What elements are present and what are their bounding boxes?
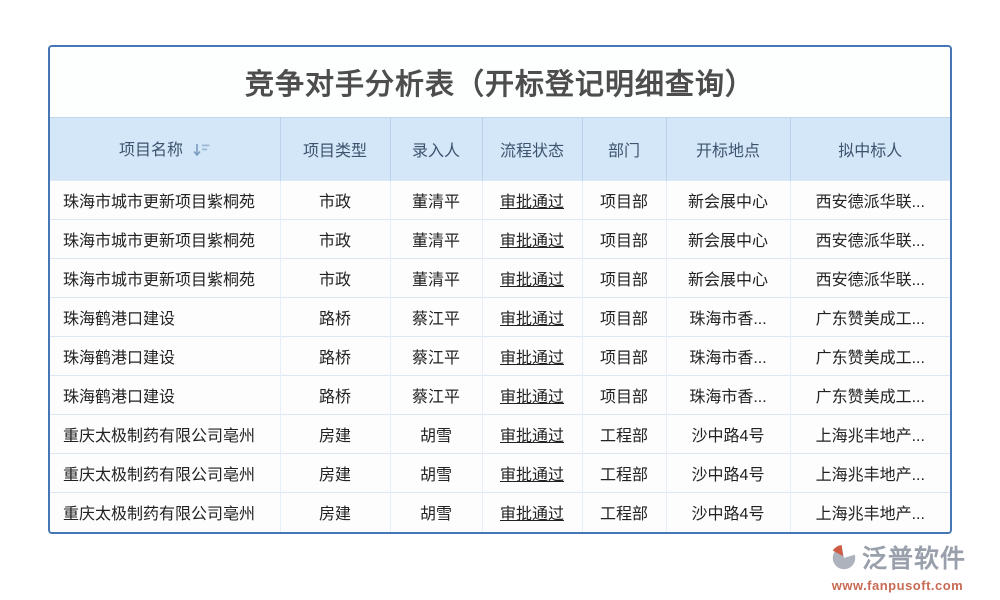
proposed-winner-cell: 西安德派华联... xyxy=(790,181,950,220)
process-status-link[interactable]: 审批通过 xyxy=(482,493,582,532)
department-cell: 项目部 xyxy=(582,220,666,259)
fanpu-logo-icon xyxy=(829,542,859,576)
col-header-entered-by[interactable]: 录入人 xyxy=(390,118,482,181)
bid-location-cell: 新会展中心 xyxy=(666,259,790,298)
process-status-link[interactable]: 审批通过 xyxy=(482,220,582,259)
table-header: 项目名称 项目类型 录入人 流程状态 部门 开标地点 拟中标人 xyxy=(50,118,950,181)
project-name-link[interactable]: 珠海鹤港口建设 xyxy=(50,298,280,337)
proposed-winner-cell: 上海兆丰地产... xyxy=(790,415,950,454)
bid-analysis-table: 项目名称 项目类型 录入人 流程状态 部门 开标地点 拟中标人 xyxy=(50,117,950,532)
entered-by-link[interactable]: 董清平 xyxy=(390,181,482,220)
process-status-link[interactable]: 审批通过 xyxy=(482,337,582,376)
bid-location-cell: 沙中路4号 xyxy=(666,415,790,454)
entered-by-link[interactable]: 胡雪 xyxy=(390,493,482,532)
proposed-winner-cell: 广东赞美成工... xyxy=(790,376,950,415)
department-cell: 项目部 xyxy=(582,376,666,415)
sort-icon[interactable] xyxy=(193,143,210,162)
entered-by-link[interactable]: 蔡江平 xyxy=(390,337,482,376)
project-name-link[interactable]: 珠海市城市更新项目紫桐苑 xyxy=(50,181,280,220)
table-body: 珠海市城市更新项目紫桐苑 市政 董清平 审批通过 项目部 新会展中心 西安德派华… xyxy=(50,181,950,532)
project-type-cell: 房建 xyxy=(280,454,390,493)
process-status-link[interactable]: 审批通过 xyxy=(482,454,582,493)
project-name-link[interactable]: 重庆太极制药有限公司亳州 xyxy=(50,493,280,532)
project-name-link[interactable]: 珠海市城市更新项目紫桐苑 xyxy=(50,220,280,259)
project-type-cell: 路桥 xyxy=(280,376,390,415)
brand-url[interactable]: www.fanpusoft.com xyxy=(832,579,964,592)
department-cell: 项目部 xyxy=(582,181,666,220)
project-type-cell: 市政 xyxy=(280,220,390,259)
department-cell: 项目部 xyxy=(582,259,666,298)
process-status-link[interactable]: 审批通过 xyxy=(482,181,582,220)
project-type-cell: 路桥 xyxy=(280,337,390,376)
bid-location-cell: 珠海市香... xyxy=(666,376,790,415)
proposed-winner-cell: 广东赞美成工... xyxy=(790,298,950,337)
bid-location-cell: 沙中路4号 xyxy=(666,454,790,493)
project-type-cell: 路桥 xyxy=(280,298,390,337)
project-name-link[interactable]: 珠海鹤港口建设 xyxy=(50,376,280,415)
proposed-winner-cell: 上海兆丰地产... xyxy=(790,493,950,532)
table-row: 珠海鹤港口建设 路桥 蔡江平 审批通过 项目部 珠海市香... 广东赞美成工..… xyxy=(50,298,950,337)
process-status-link[interactable]: 审批通过 xyxy=(482,298,582,337)
bid-location-cell: 新会展中心 xyxy=(666,181,790,220)
department-cell: 项目部 xyxy=(582,298,666,337)
bid-location-cell: 新会展中心 xyxy=(666,220,790,259)
project-type-cell: 市政 xyxy=(280,181,390,220)
project-type-cell: 房建 xyxy=(280,493,390,532)
col-header-project-name[interactable]: 项目名称 xyxy=(50,118,280,181)
project-name-link[interactable]: 重庆太极制药有限公司亳州 xyxy=(50,454,280,493)
process-status-link[interactable]: 审批通过 xyxy=(482,259,582,298)
project-type-cell: 房建 xyxy=(280,415,390,454)
bid-location-cell: 珠海市香... xyxy=(666,298,790,337)
col-header-proposed-winner[interactable]: 拟中标人 xyxy=(790,118,950,181)
bid-location-cell: 珠海市香... xyxy=(666,337,790,376)
department-cell: 工程部 xyxy=(582,493,666,532)
project-name-link[interactable]: 重庆太极制药有限公司亳州 xyxy=(50,415,280,454)
entered-by-link[interactable]: 董清平 xyxy=(390,259,482,298)
entered-by-link[interactable]: 胡雪 xyxy=(390,415,482,454)
process-status-link[interactable]: 审批通过 xyxy=(482,376,582,415)
report-panel: 竞争对手分析表（开标登记明细查询） 项目名称 xyxy=(48,45,952,534)
proposed-winner-cell: 西安德派华联... xyxy=(790,259,950,298)
entered-by-link[interactable]: 胡雪 xyxy=(390,454,482,493)
table-row: 重庆太极制药有限公司亳州 房建 胡雪 审批通过 工程部 沙中路4号 上海兆丰地产… xyxy=(50,493,950,532)
proposed-winner-cell: 上海兆丰地产... xyxy=(790,454,950,493)
table-row: 重庆太极制药有限公司亳州 房建 胡雪 审批通过 工程部 沙中路4号 上海兆丰地产… xyxy=(50,415,950,454)
brand-row: 泛普软件 xyxy=(829,542,966,576)
col-header-bid-location[interactable]: 开标地点 xyxy=(666,118,790,181)
department-cell: 工程部 xyxy=(582,415,666,454)
bid-location-cell: 沙中路4号 xyxy=(666,493,790,532)
vendor-logo: 泛普软件 www.fanpusoft.com xyxy=(829,542,966,592)
col-header-department[interactable]: 部门 xyxy=(582,118,666,181)
proposed-winner-cell: 西安德派华联... xyxy=(790,220,950,259)
entered-by-link[interactable]: 蔡江平 xyxy=(390,376,482,415)
page-title: 竞争对手分析表（开标登记明细查询） xyxy=(50,47,950,117)
table-row: 重庆太极制药有限公司亳州 房建 胡雪 审批通过 工程部 沙中路4号 上海兆丰地产… xyxy=(50,454,950,493)
project-name-link[interactable]: 珠海鹤港口建设 xyxy=(50,337,280,376)
project-type-cell: 市政 xyxy=(280,259,390,298)
brand-name: 泛普软件 xyxy=(862,547,966,572)
department-cell: 工程部 xyxy=(582,454,666,493)
header-row: 项目名称 项目类型 录入人 流程状态 部门 开标地点 拟中标人 xyxy=(50,118,950,181)
table-row: 珠海市城市更新项目紫桐苑 市政 董清平 审批通过 项目部 新会展中心 西安德派华… xyxy=(50,181,950,220)
col-header-project-type[interactable]: 项目类型 xyxy=(280,118,390,181)
table-row: 珠海市城市更新项目紫桐苑 市政 董清平 审批通过 项目部 新会展中心 西安德派华… xyxy=(50,259,950,298)
entered-by-link[interactable]: 董清平 xyxy=(390,220,482,259)
project-name-link[interactable]: 珠海市城市更新项目紫桐苑 xyxy=(50,259,280,298)
entered-by-link[interactable]: 蔡江平 xyxy=(390,298,482,337)
table-row: 珠海鹤港口建设 路桥 蔡江平 审批通过 项目部 珠海市香... 广东赞美成工..… xyxy=(50,376,950,415)
table-row: 珠海市城市更新项目紫桐苑 市政 董清平 审批通过 项目部 新会展中心 西安德派华… xyxy=(50,220,950,259)
department-cell: 项目部 xyxy=(582,337,666,376)
col-header-project-name-label: 项目名称 xyxy=(119,142,183,159)
proposed-winner-cell: 广东赞美成工... xyxy=(790,337,950,376)
col-header-process-status[interactable]: 流程状态 xyxy=(482,118,582,181)
table-row: 珠海鹤港口建设 路桥 蔡江平 审批通过 项目部 珠海市香... 广东赞美成工..… xyxy=(50,337,950,376)
process-status-link[interactable]: 审批通过 xyxy=(482,415,582,454)
